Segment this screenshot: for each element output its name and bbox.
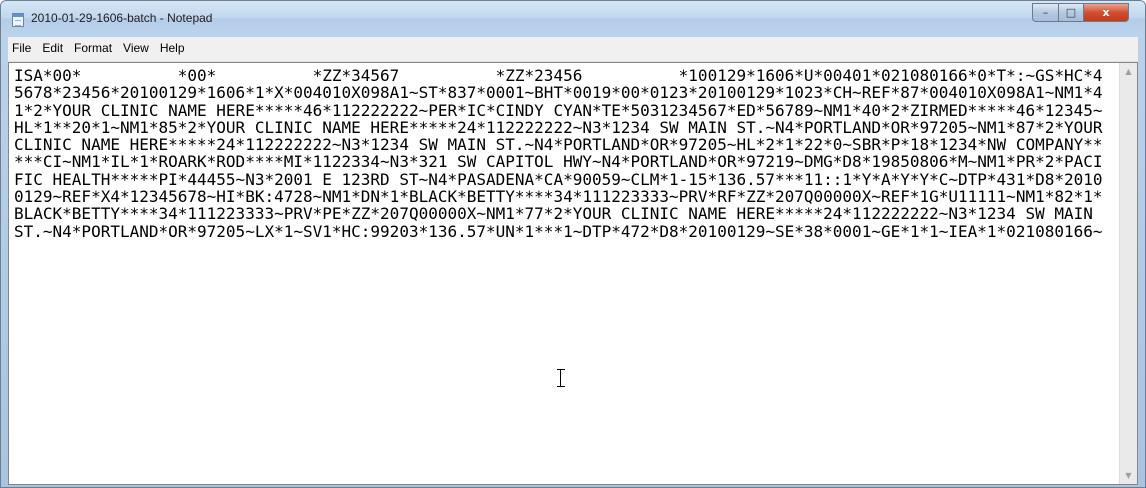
scroll-down-arrow-icon[interactable]: ▼: [1120, 467, 1137, 484]
text-cursor-icon: [557, 369, 565, 387]
menu-edit[interactable]: Edit: [36, 37, 68, 55]
scroll-up-arrow-icon[interactable]: ▲: [1120, 63, 1137, 80]
title-bar[interactable]: 2010-01-29-1606-batch - Notepad – □ x: [1, 1, 1145, 37]
menu-view[interactable]: View: [117, 37, 154, 55]
vertical-scrollbar[interactable]: ▲ ▼: [1119, 63, 1137, 484]
window-title: 2010-01-29-1606-batch - Notepad: [31, 11, 213, 25]
close-button[interactable]: x: [1083, 3, 1129, 22]
text-editor[interactable]: ISA*00* *00* *ZZ*34567 *ZZ*23456 *100129…: [8, 62, 1138, 485]
menu-file[interactable]: File: [8, 37, 36, 55]
minimize-button[interactable]: –: [1032, 3, 1059, 22]
notepad-icon[interactable]: [12, 13, 24, 27]
menu-bar: File Edit Format View Help: [8, 37, 1138, 62]
document-text[interactable]: ISA*00* *00* *ZZ*34567 *ZZ*23456 *100129…: [14, 67, 1109, 240]
menu-help[interactable]: Help: [154, 37, 190, 55]
notepad-window: 2010-01-29-1606-batch - Notepad – □ x Fi…: [0, 0, 1146, 488]
maximize-button[interactable]: □: [1058, 3, 1084, 22]
menu-format[interactable]: Format: [68, 37, 117, 55]
